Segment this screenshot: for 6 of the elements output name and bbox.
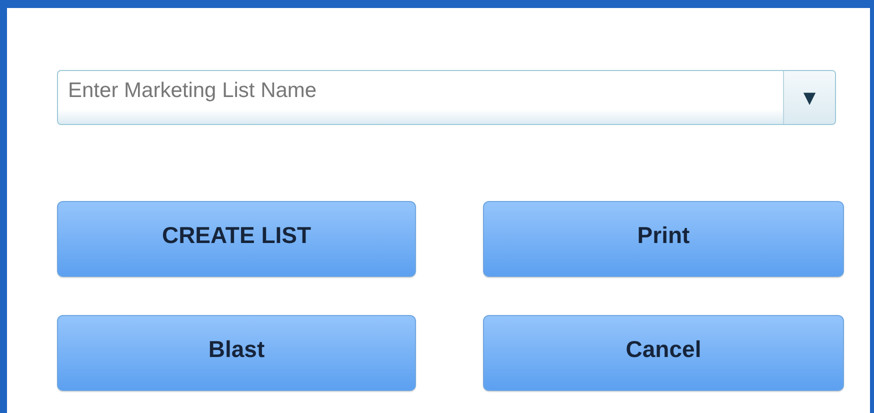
list-name-combobox[interactable]: Enter Marketing List Name ▼ bbox=[57, 70, 836, 125]
action-button[interactable]: Cancel bbox=[483, 315, 844, 391]
action-button[interactable]: Blast bbox=[57, 315, 416, 391]
dropdown-button[interactable]: ▼ bbox=[783, 71, 835, 124]
action-button[interactable]: CREATE LIST bbox=[57, 201, 416, 277]
action-button[interactable]: Print bbox=[483, 201, 844, 277]
